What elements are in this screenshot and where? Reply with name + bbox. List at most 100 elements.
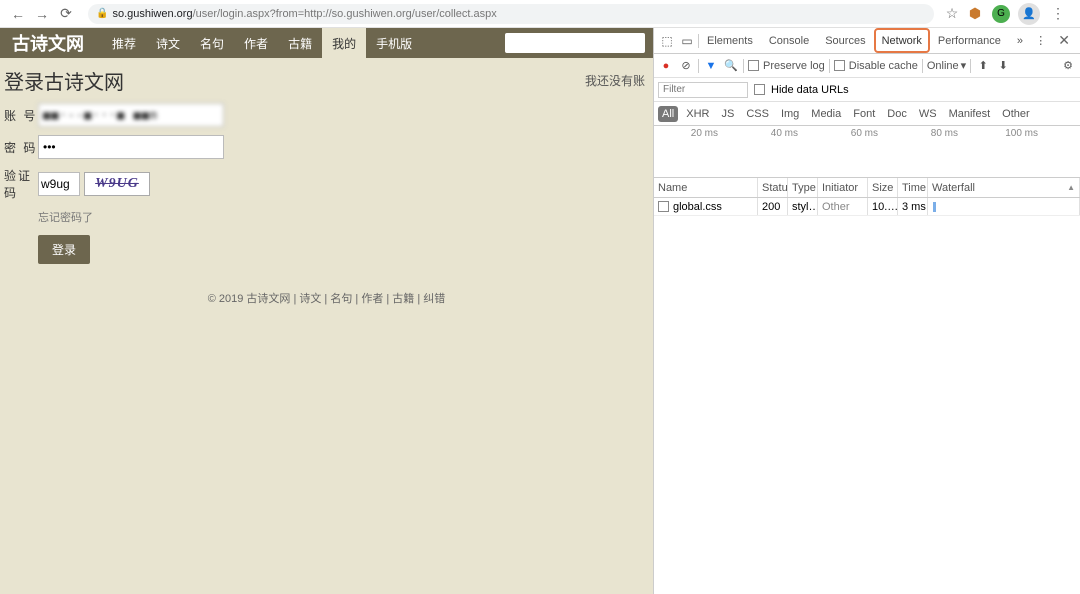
inspect-element-icon[interactable]: ⬚	[658, 32, 676, 50]
network-toolbar: ● ⊘ ▼ 🔍 Preserve log Disable cache Onlin…	[654, 54, 1080, 78]
browser-toolbar: ← → ⟳ 🔒 so.gushiwen.org /user/login.aspx…	[0, 0, 1080, 28]
captcha-input[interactable]	[38, 172, 80, 196]
cell-initiator: Other	[818, 198, 868, 215]
col-type[interactable]: Type	[788, 178, 818, 197]
filter-manifest[interactable]: Manifest	[945, 106, 995, 122]
reload-button[interactable]: ⟳	[56, 4, 76, 24]
tab-performance[interactable]: Performance	[930, 28, 1009, 53]
cell-status: 200	[758, 198, 788, 215]
tab-console[interactable]: Console	[761, 28, 817, 53]
site-footer: © 2019 古诗文网 | 诗文 | 名句 | 作者 | 古籍 | 纠错	[0, 290, 653, 306]
username-input[interactable]	[38, 103, 224, 127]
nav-item-classics[interactable]: 古籍	[278, 28, 322, 58]
filter-doc[interactable]: Doc	[883, 106, 911, 122]
username-label: 账 号	[4, 107, 38, 124]
password-input[interactable]	[38, 135, 224, 159]
tab-network[interactable]: Network	[874, 28, 930, 53]
cell-time: 3 ms	[898, 198, 928, 215]
devtools-menu-icon[interactable]: ⋮	[1035, 34, 1046, 47]
disable-cache-label: Disable cache	[849, 60, 918, 72]
nav-item-recommend[interactable]: 推荐	[102, 28, 146, 58]
cell-waterfall	[928, 198, 1080, 215]
captcha-label: 验证码	[4, 167, 38, 201]
filter-ws[interactable]: WS	[915, 106, 941, 122]
login-form: 账 号 密 码 验证码 W9UG 忘记密码了 登录	[0, 103, 653, 264]
filter-img[interactable]: Img	[777, 106, 803, 122]
filter-input[interactable]	[658, 82, 748, 98]
filter-js[interactable]: JS	[717, 106, 738, 122]
password-label: 密 码	[4, 139, 38, 156]
tab-elements[interactable]: Elements	[699, 28, 761, 53]
waterfall-timeline-overview[interactable]: 20 ms 40 ms 60 ms 80 ms 100 ms	[654, 126, 1080, 178]
hide-data-urls-checkbox[interactable]	[754, 84, 765, 95]
login-title: 登录古诗文网	[4, 66, 124, 95]
col-time[interactable]: Time	[898, 178, 928, 197]
devtools-close-button[interactable]: ✕	[1052, 32, 1076, 49]
filter-all[interactable]: All	[658, 106, 678, 122]
address-bar[interactable]: 🔒 so.gushiwen.org /user/login.aspx?from=…	[88, 4, 934, 24]
nav-item-authors[interactable]: 作者	[234, 28, 278, 58]
filter-css[interactable]: CSS	[742, 106, 773, 122]
captcha-image[interactable]: W9UG	[84, 172, 150, 196]
profile-avatar[interactable]: 👤	[1018, 3, 1040, 25]
upload-icon[interactable]: ⬆	[975, 58, 991, 74]
sort-arrow-icon: ▲	[1067, 183, 1075, 192]
request-row[interactable]: global.css 200 styl… Other 10.… 3 ms	[654, 198, 1080, 216]
nav-item-quotes[interactable]: 名句	[190, 28, 234, 58]
disable-cache-checkbox[interactable]	[834, 60, 845, 71]
search-icon[interactable]: 🔍	[723, 58, 739, 74]
chevron-down-icon: ▾	[961, 59, 967, 72]
tab-more-tabs[interactable]: »	[1009, 28, 1031, 53]
throttling-select[interactable]: Online ▾	[927, 59, 966, 72]
file-icon	[658, 201, 669, 212]
filter-xhr[interactable]: XHR	[682, 106, 713, 122]
site-search-input[interactable]	[505, 33, 645, 53]
type-filter-row: All XHR JS CSS Img Media Font Doc WS Man…	[654, 102, 1080, 126]
col-name[interactable]: Name	[654, 178, 758, 197]
network-settings-icon[interactable]: ⚙	[1060, 58, 1076, 74]
back-button[interactable]: ←	[8, 4, 28, 24]
hide-data-urls-label: Hide data URLs	[771, 84, 849, 96]
url-path: /user/login.aspx?from=http://so.gushiwen…	[193, 8, 497, 20]
no-account-link[interactable]: 我还没有账	[585, 72, 645, 89]
nav-item-mine[interactable]: 我的	[322, 28, 366, 58]
extension-icon-1[interactable]: ⬢	[966, 5, 984, 23]
forgot-password-link[interactable]: 忘记密码了	[38, 209, 649, 225]
site-logo[interactable]: 古诗文网	[4, 30, 92, 56]
page-content: 古诗文网 推荐 诗文 名句 作者 古籍 我的 手机版 登录古诗文网 我还没有账 …	[0, 28, 653, 594]
main-nav: 推荐 诗文 名句 作者 古籍 我的 手机版	[102, 28, 422, 58]
forward-button[interactable]: →	[32, 4, 52, 24]
cell-size: 10.…	[868, 198, 898, 215]
download-icon[interactable]: ⬇	[995, 58, 1011, 74]
filter-media[interactable]: Media	[807, 106, 845, 122]
nav-item-mobile[interactable]: 手机版	[366, 28, 422, 58]
extension-icon-2[interactable]: G	[992, 5, 1010, 23]
cell-type: styl…	[788, 198, 818, 215]
filter-font[interactable]: Font	[849, 106, 879, 122]
site-header: 古诗文网 推荐 诗文 名句 作者 古籍 我的 手机版	[0, 28, 653, 58]
bookmark-star-icon[interactable]: ☆	[942, 4, 962, 24]
chrome-menu-button[interactable]: ⋮	[1048, 4, 1068, 24]
devtools-tabs: ⬚ ▭ Elements Console Sources Network Per…	[654, 28, 1080, 54]
tab-sources[interactable]: Sources	[817, 28, 873, 53]
clear-button[interactable]: ⊘	[678, 58, 694, 74]
col-waterfall[interactable]: Waterfall▲	[928, 178, 1080, 197]
network-filter-row: Hide data URLs	[654, 78, 1080, 102]
record-button[interactable]: ●	[658, 58, 674, 74]
filter-toggle-icon[interactable]: ▼	[703, 58, 719, 74]
lock-icon: 🔒	[96, 8, 108, 19]
preserve-log-checkbox[interactable]	[748, 60, 759, 71]
network-request-table: Name Status Type Initiator Size Time Wat…	[654, 178, 1080, 594]
cell-name: global.css	[654, 198, 758, 215]
filter-other[interactable]: Other	[998, 106, 1034, 122]
preserve-log-label: Preserve log	[763, 60, 825, 72]
col-initiator[interactable]: Initiator	[818, 178, 868, 197]
col-size[interactable]: Size	[868, 178, 898, 197]
devtools-panel: ⬚ ▭ Elements Console Sources Network Per…	[653, 28, 1080, 594]
table-header: Name Status Type Initiator Size Time Wat…	[654, 178, 1080, 198]
url-domain: so.gushiwen.org	[112, 8, 192, 20]
device-toolbar-icon[interactable]: ▭	[678, 32, 696, 50]
col-status[interactable]: Status	[758, 178, 788, 197]
login-button[interactable]: 登录	[38, 235, 90, 264]
nav-item-poetry[interactable]: 诗文	[146, 28, 190, 58]
